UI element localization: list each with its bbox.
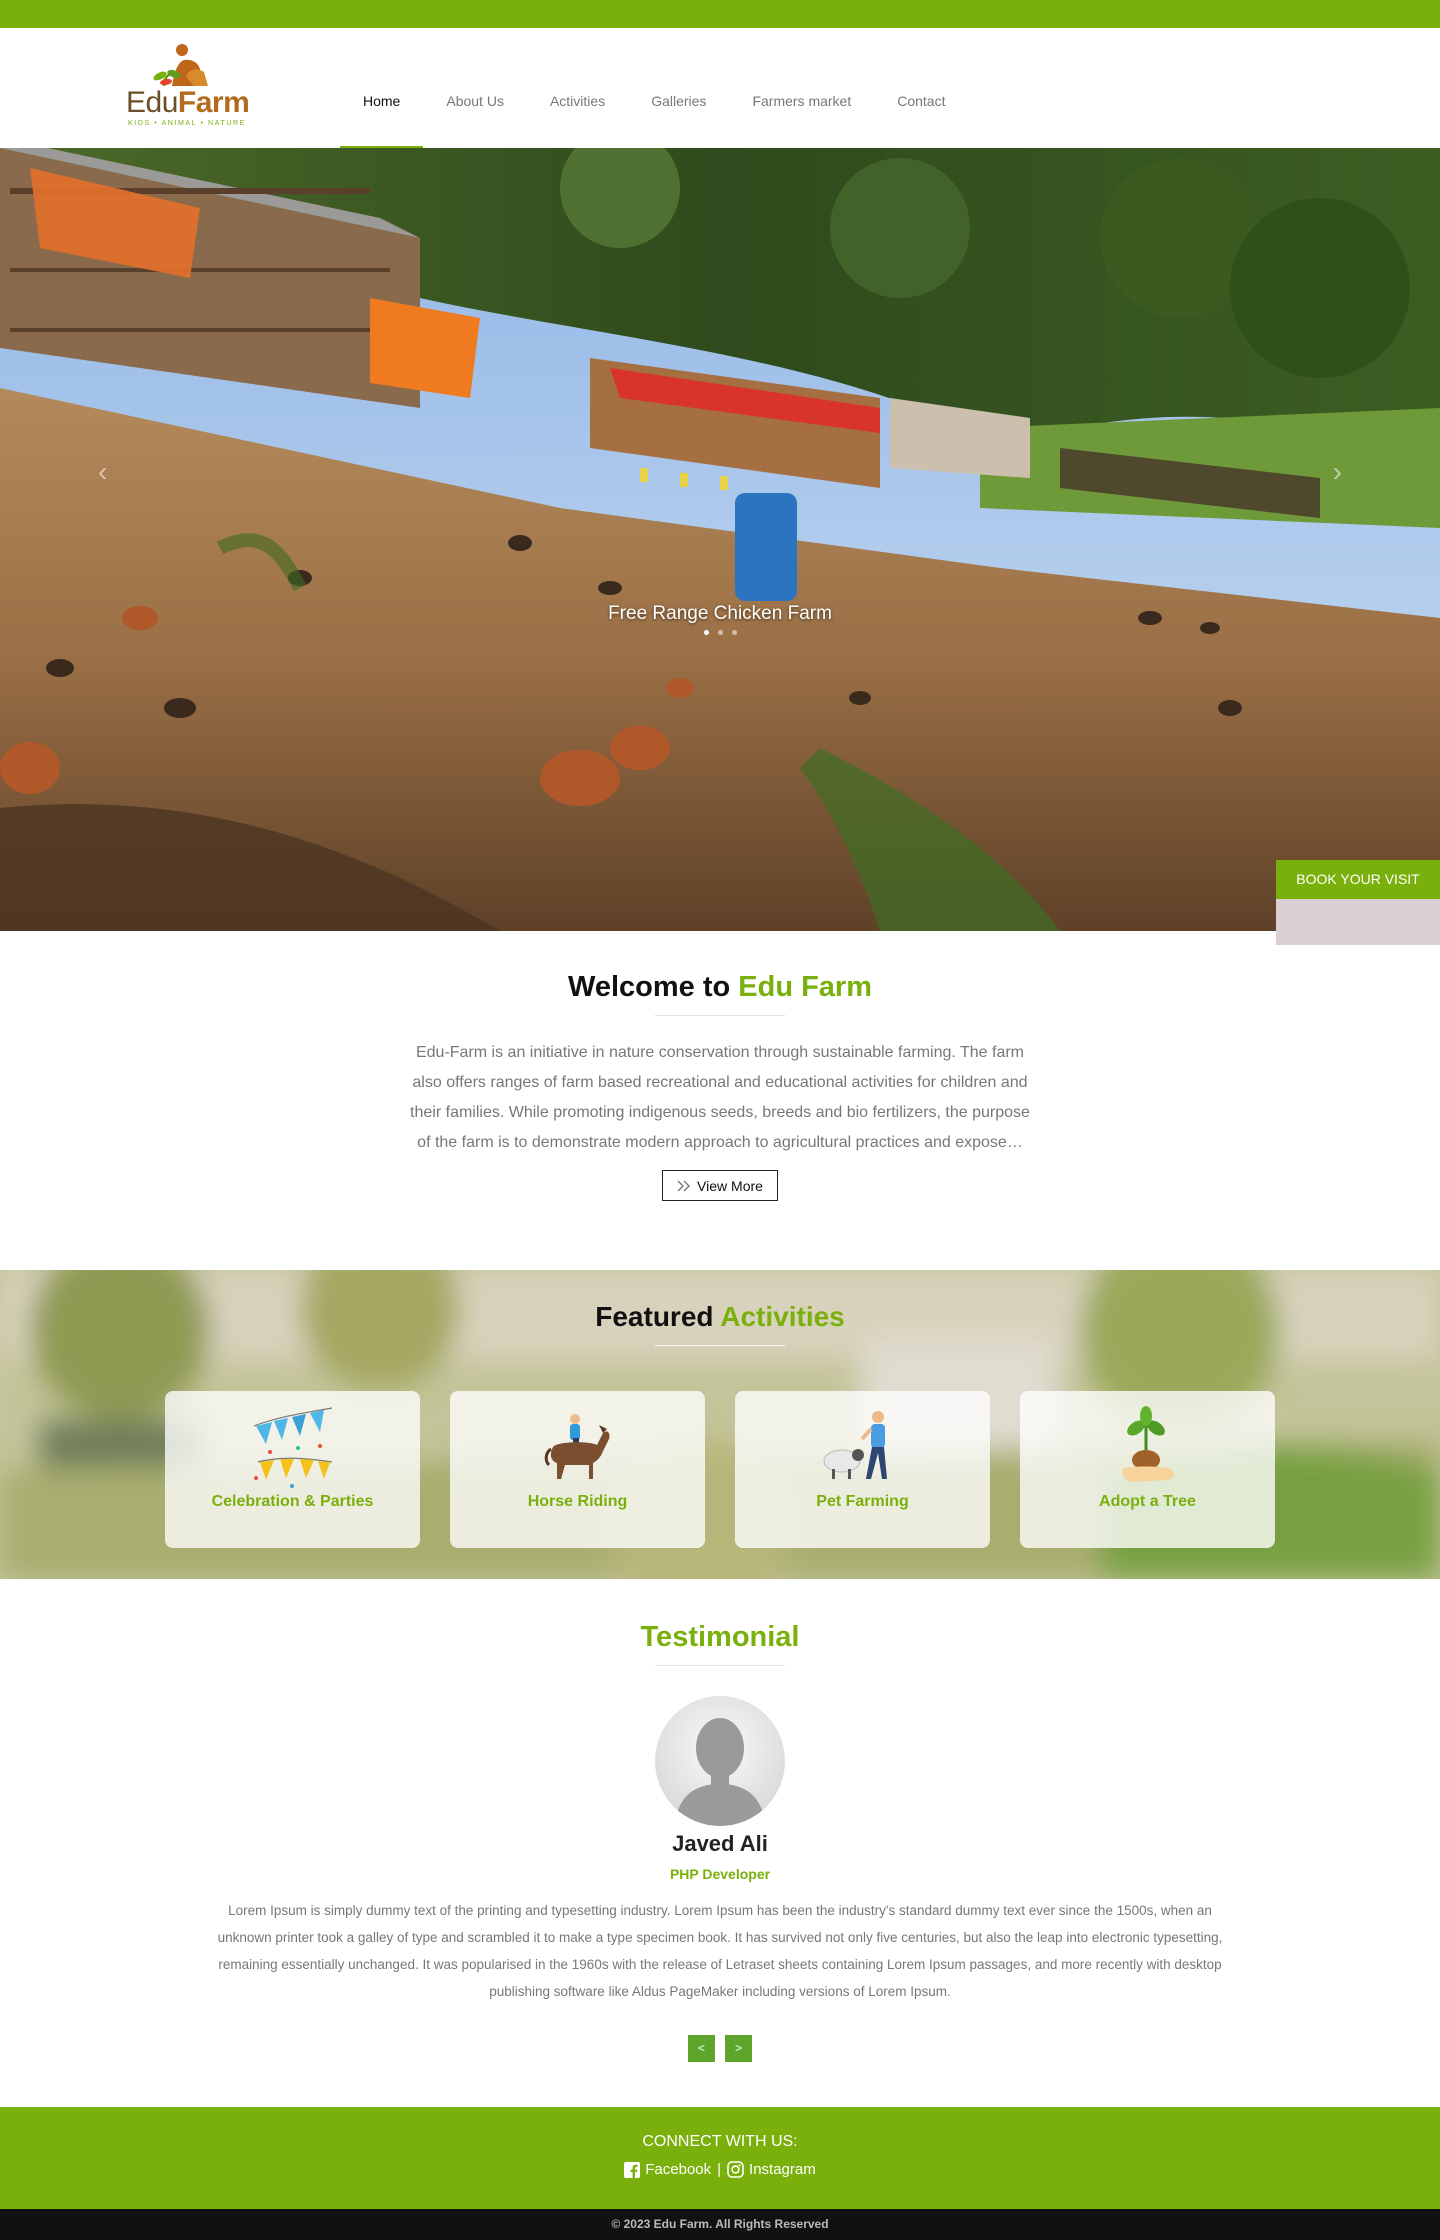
hero-image: [0, 148, 1440, 931]
chevron-left-icon[interactable]: ‹: [98, 456, 107, 488]
farmer-sheep-icon: [823, 1411, 887, 1479]
activity-card-pet-farming[interactable]: Pet Farming: [735, 1391, 990, 1548]
testimonial-section: Testimonial Javed Ali PHP Developer Lore…: [0, 1579, 1440, 2107]
instagram-link[interactable]: Instagram: [727, 2161, 816, 2178]
carousel-dot[interactable]: [731, 630, 737, 635]
logo-wordmark: EduFarm: [126, 86, 250, 119]
activity-card-celebration[interactable]: Celebration & Parties: [165, 1391, 420, 1548]
testimonial-role: PHP Developer: [669, 1866, 771, 1882]
facebook-label: Facebook: [645, 2161, 712, 2178]
hero-carousel: ‹ › Free Range Chicken Farm: [0, 148, 1440, 931]
facebook-link[interactable]: Facebook: [624, 2161, 711, 2178]
hero-caption: Free Range Chicken Farm: [608, 603, 832, 624]
activity-card-label: Adopt a Tree: [1099, 1493, 1196, 1510]
site-footer: CONNECT WITH US: Facebook | Instagram: [0, 2107, 1440, 2209]
nav-activities[interactable]: Activities: [527, 94, 628, 154]
instagram-icon: [727, 2161, 744, 2178]
carousel-indicators: [0, 630, 1440, 635]
user-silhouette-icon: [675, 1718, 765, 1826]
testimonial-next-button[interactable]: >: [725, 2035, 752, 2062]
testimonial-name: Javed Ali: [672, 1831, 768, 1856]
testimonial-prev-button[interactable]: <: [688, 2035, 715, 2062]
featured-activities-section: Featured Activities Celebration & Partie…: [0, 1270, 1440, 1579]
title-divider: [655, 1015, 785, 1016]
nav-contact[interactable]: Contact: [874, 94, 968, 154]
nav-home[interactable]: Home: [340, 94, 424, 154]
activity-card-label: Horse Riding: [527, 1493, 628, 1510]
welcome-section: Welcome to Edu Farm Edu-Farm is an initi…: [0, 931, 1440, 1270]
bunting-flags-icon: [253, 1407, 332, 1488]
site-header: EduFarm KIDS • ANIMAL • NATURE Home Abou…: [0, 28, 1440, 149]
horse-rider-icon: [544, 1414, 610, 1479]
double-chevron-right-icon: [677, 1180, 691, 1191]
nav-about-us[interactable]: About Us: [423, 94, 527, 154]
facebook-icon: [624, 2161, 641, 2178]
title-divider: [655, 1665, 785, 1666]
activity-card-adopt-tree[interactable]: Adopt a Tree: [1020, 1391, 1275, 1548]
social-links: Facebook | Instagram: [0, 2161, 1440, 2178]
activity-card-label: Celebration & Parties: [211, 1493, 374, 1510]
view-more-button[interactable]: View More: [662, 1170, 778, 1201]
testimonial-title: Testimonial: [640, 1621, 800, 1653]
view-more-label: View More: [697, 1177, 763, 1194]
activity-card-label: Pet Farming: [816, 1493, 909, 1510]
featured-title: Featured Activities: [595, 1301, 845, 1332]
main-nav: Home About Us Activities Galleries Farme…: [340, 94, 968, 154]
carousel-dot[interactable]: [717, 630, 723, 635]
copyright-bar: © 2023 Edu Farm. All Rights Reserved: [0, 2209, 1440, 2240]
activity-card-horse-riding[interactable]: Horse Riding: [450, 1391, 705, 1548]
logo-tagline: KIDS • ANIMAL • NATURE: [128, 120, 246, 127]
nav-galleries[interactable]: Galleries: [628, 94, 729, 154]
nav-farmers-market[interactable]: Farmers market: [729, 94, 874, 154]
connect-heading: CONNECT WITH US:: [642, 2133, 798, 2150]
site-logo[interactable]: EduFarm KIDS • ANIMAL • NATURE: [124, 42, 250, 132]
farmer-logo-icon: [153, 44, 208, 87]
testimonial-nav: < >: [0, 2035, 1440, 2062]
testimonial-text: Lorem Ipsum is simply dummy text of the …: [217, 1903, 1223, 1999]
title-divider: [655, 1345, 785, 1346]
book-your-visit-button[interactable]: BOOK YOUR VISIT: [1276, 860, 1440, 899]
welcome-title: Welcome to Edu Farm: [567, 971, 873, 1003]
avatar: [655, 1696, 785, 1826]
sapling-hand-icon: [1121, 1406, 1174, 1482]
chevron-right-icon[interactable]: ›: [1333, 456, 1342, 488]
top-accent-bar: [0, 0, 1440, 28]
social-separator: |: [717, 2161, 722, 2178]
activity-cards: Celebration & Parties Horse Riding Pet F…: [165, 1391, 1275, 1548]
welcome-text: Edu-Farm is an initiative in nature cons…: [410, 1044, 1030, 1151]
instagram-label: Instagram: [749, 2161, 816, 2178]
carousel-dot[interactable]: [703, 630, 709, 635]
